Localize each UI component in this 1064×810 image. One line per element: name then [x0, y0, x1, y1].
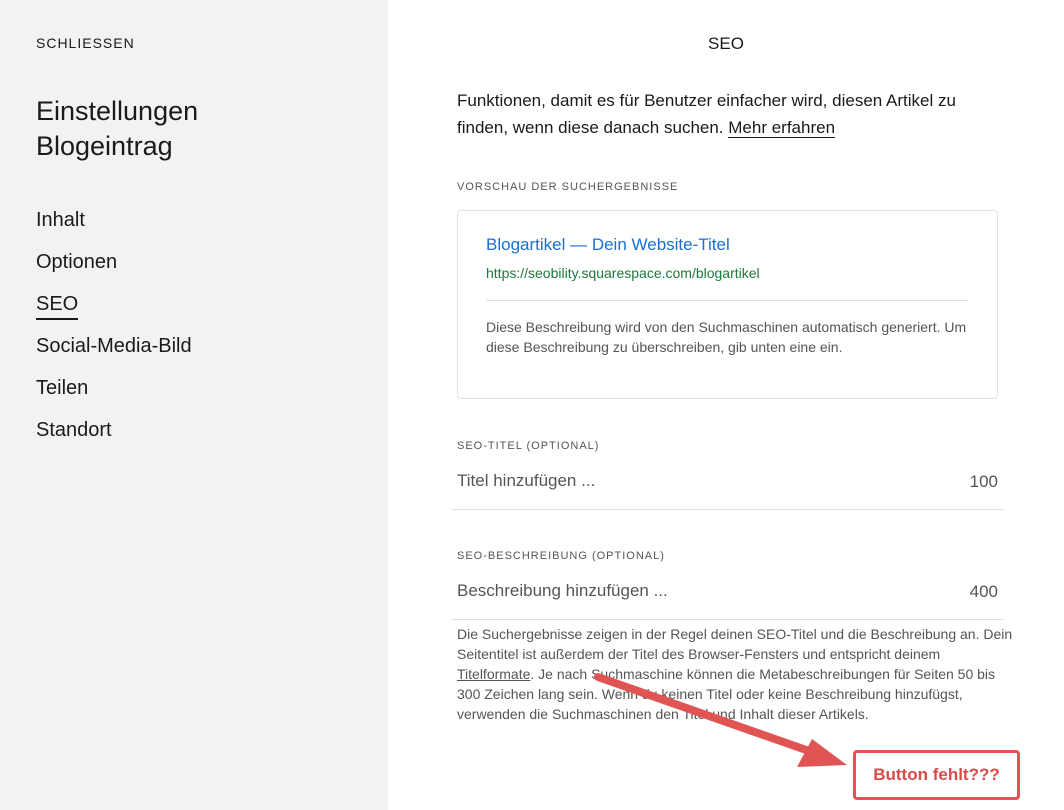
preview-divider — [486, 300, 969, 301]
nav-item-label: Social-Media-Bild — [36, 335, 192, 357]
nav-item-label: Inhalt — [36, 209, 85, 231]
nav-item-label: Teilen — [36, 377, 89, 399]
nav-item-label: Optionen — [36, 251, 118, 273]
annotation-callout: Button fehlt??? — [853, 750, 1020, 800]
learn-more-link[interactable]: Mehr erfahren — [728, 118, 836, 138]
seo-title-input[interactable] — [457, 463, 927, 499]
seo-help-text: Die Suchergebnisse zeigen in der Regel d… — [457, 624, 1013, 724]
seo-description-field: 400 — [451, 573, 1004, 620]
nav-item-standort[interactable]: Standort — [36, 417, 192, 459]
preview-url: https://seobility.squarespace.com/blogar… — [486, 265, 760, 281]
seo-description-char-count: 400 — [969, 582, 998, 601]
sidebar-title: Einstellungen Blogeintrag — [36, 94, 356, 164]
sidebar-nav: Inhalt Optionen SEO Social-Media-Bild Te… — [36, 207, 192, 459]
seo-description-label: SEO-BESCHREIBUNG (OPTIONAL) — [457, 550, 665, 562]
search-result-preview: Blogartikel — Dein Website-Titel https:/… — [457, 210, 998, 399]
panel-title: SEO — [708, 34, 744, 53]
help-text-part2: . Je nach Suchmaschine können die Metabe… — [457, 666, 996, 722]
seo-title-label: SEO-TITEL (OPTIONAL) — [457, 440, 600, 452]
seo-title-field: 100 — [451, 463, 1004, 510]
intro-text: Funktionen, damit es für Benutzer einfac… — [457, 87, 1009, 141]
nav-item-teilen[interactable]: Teilen — [36, 375, 192, 417]
sidebar-title-line2: Blogeintrag — [36, 131, 173, 161]
intro-body: Funktionen, damit es für Benutzer einfac… — [457, 91, 956, 137]
settings-sidebar: SCHLIESSEN Einstellungen Blogeintrag Inh… — [0, 0, 388, 810]
annotation-text: Button fehlt??? — [873, 765, 1000, 784]
nav-item-label: SEO — [36, 293, 79, 320]
sidebar-title-line1: Einstellungen — [36, 96, 199, 126]
preview-title: Blogartikel — Dein Website-Titel — [486, 235, 730, 254]
nav-item-inhalt[interactable]: Inhalt — [36, 207, 192, 249]
close-button[interactable]: SCHLIESSEN — [36, 35, 135, 51]
seo-panel: SEO Funktionen, damit es für Benutzer ei… — [388, 0, 1064, 810]
seo-title-char-count: 100 — [969, 472, 998, 491]
nav-item-optionen[interactable]: Optionen — [36, 249, 192, 291]
nav-item-seo[interactable]: SEO — [36, 291, 192, 333]
seo-description-input[interactable] — [457, 573, 927, 609]
preview-section-label: VORSCHAU DER SUCHERGEBNISSE — [457, 181, 679, 193]
help-text-part1: Die Suchergebnisse zeigen in der Regel d… — [457, 626, 1013, 662]
title-formats-link[interactable]: Titelformate — [457, 666, 530, 682]
nav-item-social-media-bild[interactable]: Social-Media-Bild — [36, 333, 192, 375]
nav-item-label: Standort — [36, 419, 112, 441]
preview-description: Diese Beschreibung wird von den Suchmasc… — [486, 319, 967, 355]
